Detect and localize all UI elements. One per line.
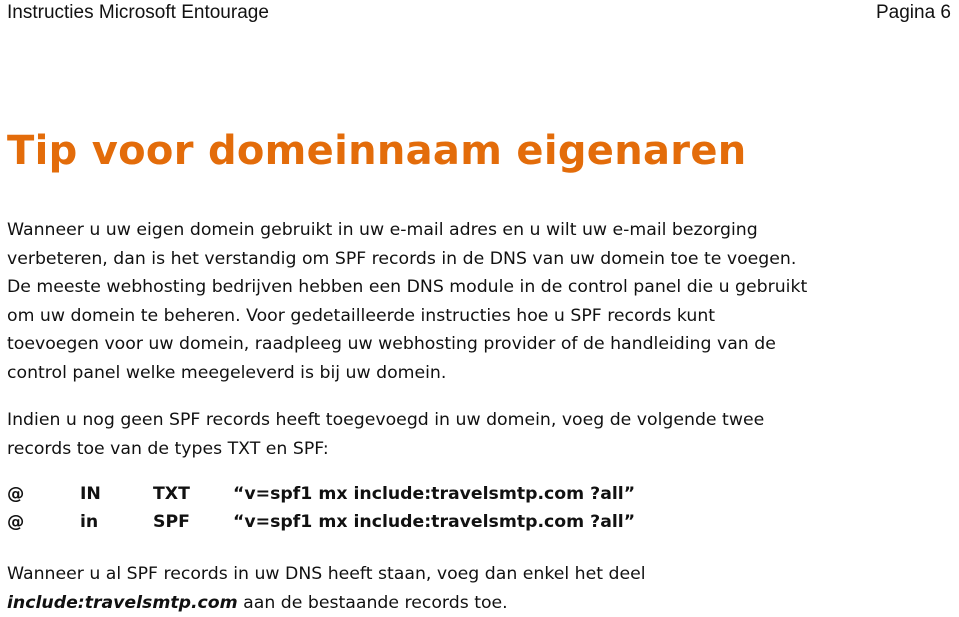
paragraph-line: verbeteren, dan is het verstandig om SPF…: [7, 245, 807, 274]
record-class: IN: [80, 484, 101, 504]
paragraph-line: records toe van de types TXT en SPF:: [7, 435, 764, 464]
paragraph-text: aan de bestaande records toe.: [238, 593, 508, 613]
record-host: @: [7, 484, 24, 504]
paragraph-line: control panel welke meegeleverd is bij u…: [7, 359, 807, 388]
section-heading: Tip voor domeinnaam eigenaren: [7, 128, 747, 174]
records-intro-paragraph: Indien u nog geen SPF records heeft toeg…: [7, 406, 764, 463]
existing-records-paragraph: Wanneer u al SPF records in uw DNS heeft…: [7, 560, 646, 617]
paragraph-line: De meeste webhosting bedrijven hebben ee…: [7, 273, 807, 302]
include-emphasis: include:travelsmtp.com: [7, 593, 238, 613]
paragraph-line: Wanneer u al SPF records in uw DNS heeft…: [7, 560, 646, 589]
record-type: SPF: [153, 512, 190, 532]
record-class: in: [80, 512, 98, 532]
page-number: Pagina 6: [876, 2, 951, 24]
paragraph-line: include:travelsmtp.com aan de bestaande …: [7, 589, 646, 617]
paragraph-line: om uw domein te beheren. Voor gedetaille…: [7, 302, 807, 331]
record-type: TXT: [153, 484, 190, 504]
intro-paragraph: Wanneer u uw eigen domein gebruikt in uw…: [7, 216, 807, 387]
record-value: “v=spf1 mx include:travelsmtp.com ?all”: [233, 512, 635, 532]
paragraph-line: Wanneer u uw eigen domein gebruikt in uw…: [7, 216, 807, 245]
paragraph-line: toevoegen voor uw domein, raadpleeg uw w…: [7, 330, 807, 359]
record-value: “v=spf1 mx include:travelsmtp.com ?all”: [233, 484, 635, 504]
paragraph-line: Indien u nog geen SPF records heeft toeg…: [7, 406, 764, 435]
document-header-title: Instructies Microsoft Entourage: [7, 2, 269, 24]
record-host: @: [7, 512, 24, 532]
